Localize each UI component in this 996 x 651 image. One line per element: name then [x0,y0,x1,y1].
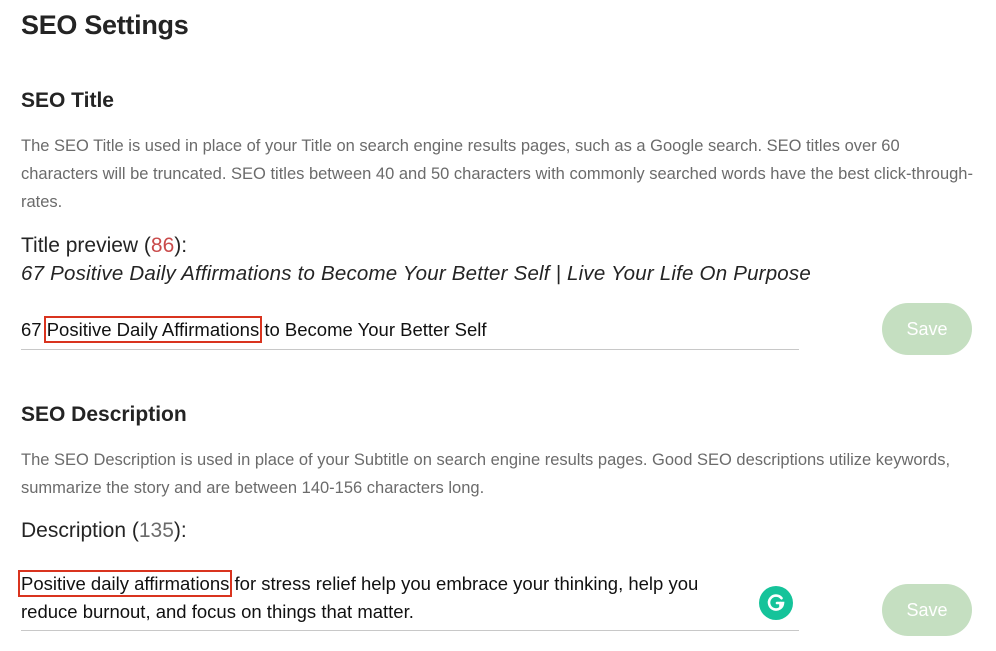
seo-title-input-suffix: to Become Your Better Self [259,319,487,340]
title-preview-text: 67 Positive Daily Affirmations to Become… [21,262,811,285]
seo-description-input[interactable]: Positive daily affirmations for stress r… [17,570,799,631]
page-title: SEO Settings [21,10,189,40]
seo-title-input[interactable]: 67 Positive Daily Affirmations to Become… [21,316,799,350]
seo-description-save-button[interactable]: Save [882,584,972,636]
grammarly-icon[interactable] [759,586,793,620]
title-preview-label-text: Title preview [21,234,139,257]
seo-title-highlighted-keyword: Positive Daily Affirmations [43,316,263,343]
seo-title-save-button[interactable]: Save [882,303,972,355]
description-label-text: Description [21,519,127,542]
seo-title-help: The SEO Title is used in place of your T… [21,137,973,211]
seo-title-input-prefix: 67 [21,319,47,340]
seo-description-heading: SEO Description [21,403,187,426]
title-char-count: 86 [150,234,175,257]
title-preview-label: Title preview (86): [21,234,188,257]
description-label: Description (135): [21,519,187,542]
seo-description-highlighted-keyword: Positive daily affirmations [17,570,233,597]
description-char-count: 135 [138,519,174,542]
grammarly-g-glyph [767,594,785,611]
seo-description-help: The SEO Description is used in place of … [21,451,951,497]
seo-title-heading: SEO Title [21,89,114,112]
